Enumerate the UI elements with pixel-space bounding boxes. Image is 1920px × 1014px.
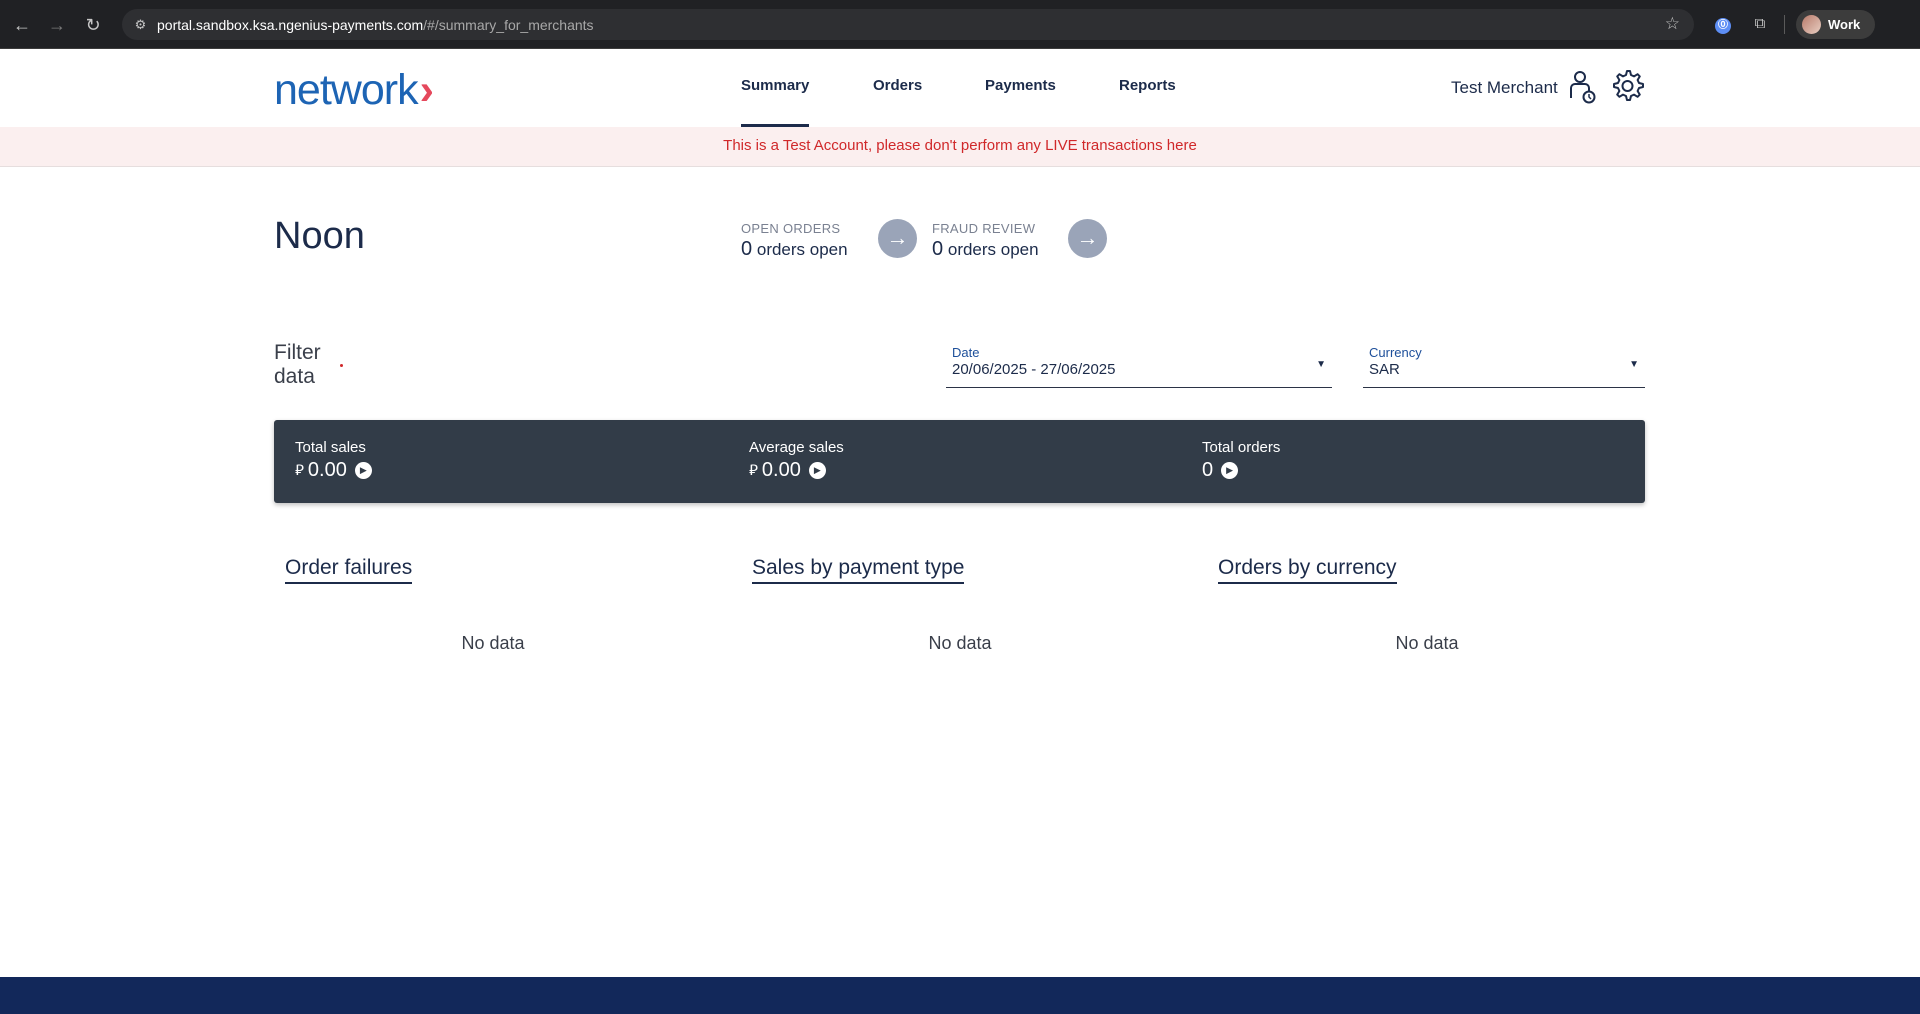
- sales-by-payment-type-title: Sales by payment type: [752, 556, 965, 584]
- tab-summary[interactable]: Summary: [741, 77, 810, 127]
- open-orders-label: OPEN ORDERS: [741, 221, 841, 236]
- tab-payments[interactable]: Payments: [985, 77, 1056, 94]
- play-circle-icon[interactable]: ▶: [808, 462, 826, 479]
- order-failures-title: Order failures: [285, 556, 413, 584]
- filter-indicator-dot: [340, 364, 343, 367]
- filter-label-line2: data: [274, 365, 315, 388]
- caret-down-icon: ▼: [1629, 359, 1639, 370]
- site-info-icon[interactable]: ⚙: [132, 16, 149, 33]
- total-sales-stat: Total sales ⃁ 0.00 ▶: [295, 439, 372, 482]
- filter-data-label: Filter data: [274, 341, 321, 389]
- fraud-review-arrow-button[interactable]: →: [1068, 219, 1107, 258]
- currency-select[interactable]: Currency SAR ▼: [1363, 343, 1645, 388]
- page-footer: [0, 977, 1920, 1014]
- date-value: 20/06/2025 - 27/06/2025: [952, 361, 1116, 378]
- fraud-review-label: FRAUD REVIEW: [932, 221, 1036, 236]
- order-failures-empty: No data: [461, 633, 525, 653]
- reload-icon[interactable]: ↻: [82, 14, 104, 36]
- currency-value: SAR: [1369, 361, 1400, 378]
- average-sales-label: Average sales: [749, 439, 844, 456]
- average-sales-stat: Average sales ⃁ 0.00 ▶: [749, 439, 844, 482]
- profile-name: Work: [1828, 17, 1861, 32]
- open-orders-suffix: orders open: [756, 240, 848, 259]
- sales-by-payment-type-empty: No data: [928, 633, 992, 653]
- open-orders-arrow-button[interactable]: →: [878, 219, 917, 258]
- user-account-icon[interactable]: [1568, 70, 1598, 104]
- total-sales-value: 0.00: [307, 459, 347, 481]
- currency-label: Currency: [1369, 345, 1422, 360]
- toolbar-divider: [1784, 15, 1785, 34]
- profile-button[interactable]: Work: [1796, 10, 1875, 39]
- play-circle-icon[interactable]: ▶: [354, 462, 372, 479]
- logo-chevron-icon: ›: [419, 66, 434, 114]
- url-path: /#/summary_for_merchants: [423, 17, 594, 33]
- merchant-name-label[interactable]: Test Merchant: [1451, 78, 1558, 98]
- forward-icon[interactable]: →: [46, 14, 68, 36]
- tab-reports[interactable]: Reports: [1119, 77, 1176, 94]
- page-title: Noon: [274, 215, 365, 257]
- open-orders-count: 0 orders open: [741, 238, 848, 261]
- average-sales-value: 0.00: [761, 459, 801, 481]
- riyal-symbol-icon: ⃁: [749, 462, 758, 479]
- orders-by-currency-empty: No data: [1395, 633, 1459, 653]
- extensions-icon[interactable]: ⧉: [1750, 14, 1770, 34]
- avatar: [1802, 15, 1821, 34]
- tab-orders[interactable]: Orders: [873, 77, 922, 94]
- app-header: network› Summary Orders Payments Reports…: [0, 49, 1920, 127]
- open-orders-number: 0: [741, 238, 753, 260]
- fraud-review-number: 0: [932, 238, 944, 260]
- gear-icon[interactable]: [1609, 68, 1645, 104]
- address-bar[interactable]: ⚙ portal.sandbox.ksa.ngenius-payments.co…: [122, 9, 1694, 40]
- orders-by-currency-title: Orders by currency: [1218, 556, 1397, 584]
- back-icon[interactable]: ←: [11, 14, 33, 36]
- password-manager-icon[interactable]: ⓪: [1713, 14, 1733, 34]
- total-sales-label: Total sales: [295, 439, 366, 456]
- test-account-banner: This is a Test Account, please don't per…: [0, 127, 1920, 167]
- network-logo[interactable]: network›: [274, 66, 434, 114]
- stats-bar: Total sales ⃁ 0.00 ▶ Average sales ⃁ 0.00 ▶ …: [274, 420, 1645, 503]
- url-host: portal.sandbox.ksa.ngenius-payments.com: [157, 17, 424, 33]
- date-range-select[interactable]: Date 20/06/2025 - 27/06/2025 ▼: [946, 343, 1332, 388]
- total-orders-stat: Total orders 0 ▶: [1202, 439, 1280, 482]
- browser-toolbar: ← → ↻ ⚙ portal.sandbox.ksa.ngenius-payme…: [0, 0, 1920, 49]
- date-label: Date: [952, 345, 980, 360]
- fraud-review-suffix: orders open: [947, 240, 1039, 259]
- total-orders-value: 0: [1202, 459, 1214, 481]
- riyal-symbol-icon: ⃁: [295, 462, 304, 479]
- filter-label-line1: Filter: [274, 341, 321, 364]
- caret-down-icon: ▼: [1316, 359, 1326, 370]
- total-orders-label: Total orders: [1202, 439, 1281, 456]
- star-icon[interactable]: ☆: [1665, 14, 1680, 34]
- play-circle-icon[interactable]: ▶: [1221, 462, 1239, 479]
- url-text[interactable]: portal.sandbox.ksa.ngenius-payments.com/…: [157, 17, 594, 33]
- fraud-review-count: 0 orders open: [932, 238, 1039, 261]
- logo-text: network: [274, 66, 419, 114]
